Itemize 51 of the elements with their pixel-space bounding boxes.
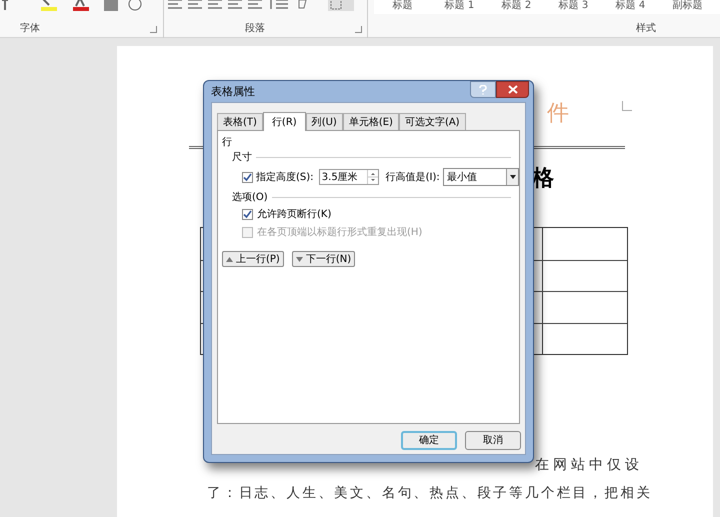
row-nav-button[interactable]: 下一行(N): [292, 251, 356, 267]
field-label: 行高值是(I):: [386, 170, 440, 184]
option-label[interactable]: 允许跨页断行(K): [257, 206, 332, 222]
height-spinbox[interactable]: 3.5厘米: [318, 169, 379, 185]
group-label: 段落: [245, 22, 265, 36]
caret-icon[interactable]: [506, 169, 518, 185]
spin-arrows-icon[interactable]: [366, 170, 378, 184]
dialog-button[interactable]: 确定: [401, 431, 457, 450]
tab[interactable]: 单元格(E): [342, 113, 399, 130]
close-icon: [508, 85, 518, 94]
help-button[interactable]: [470, 81, 496, 98]
align-icon[interactable]: [228, 0, 242, 10]
group-label: 样式: [636, 22, 656, 36]
section-label: 行: [222, 136, 232, 149]
close-button[interactable]: [496, 81, 529, 98]
style-gallery-item[interactable]: 标题 2: [488, 0, 545, 12]
height-mode-dropdown[interactable]: 最小值: [442, 168, 520, 186]
align-icon[interactable]: [188, 0, 202, 10]
group-label: 字体: [20, 22, 40, 36]
row-nav-button[interactable]: 上一行(P): [222, 251, 284, 267]
align-icon[interactable]: [248, 0, 262, 10]
tab[interactable]: 列(U): [306, 113, 343, 130]
paragraph-text: 了：日志、人生、美文、名句、热点、段子等几个栏目，把相关: [207, 484, 652, 503]
align-icon[interactable]: [168, 0, 182, 10]
tab[interactable]: 可选文字(A): [398, 113, 466, 130]
line-spacing-icon[interactable]: [268, 0, 290, 10]
paragraph-text: 在网站中仅设: [535, 456, 643, 475]
group-label: 选项(O): [232, 190, 268, 204]
style-gallery-item[interactable]: 标题 3: [545, 0, 602, 12]
tab[interactable]: 行(R): [262, 112, 306, 131]
checkbox[interactable]: [242, 208, 253, 220]
style-gallery-item[interactable]: 副标题: [659, 0, 716, 12]
border-icon[interactable]: [328, 0, 354, 11]
style-gallery-item[interactable]: 标题: [374, 0, 431, 12]
field-label: 指定高度(S):: [256, 170, 315, 184]
document-title: 件: [547, 101, 569, 127]
dialog-title: 表格属性: [211, 84, 255, 100]
checkbox[interactable]: [242, 172, 253, 182]
align-icon[interactable]: [208, 0, 222, 10]
enclose-icon[interactable]: [128, 0, 142, 11]
tab[interactable]: 表格(T): [217, 113, 263, 130]
dialog-launcher-icon[interactable]: [355, 26, 362, 33]
down-triangle-icon: [296, 256, 303, 262]
style-gallery-item[interactable]: 标题 4: [602, 0, 659, 12]
group-label: 尺寸: [232, 150, 252, 164]
dialog-launcher-icon[interactable]: [150, 26, 157, 33]
dialog-button[interactable]: 取消: [465, 431, 521, 450]
up-triangle-icon: [226, 256, 233, 262]
help-icon: [479, 84, 487, 94]
style-gallery-item[interactable]: 标题 1: [431, 0, 488, 12]
option-label: 在各页顶端以标题行形式重复出现(H): [257, 226, 422, 240]
